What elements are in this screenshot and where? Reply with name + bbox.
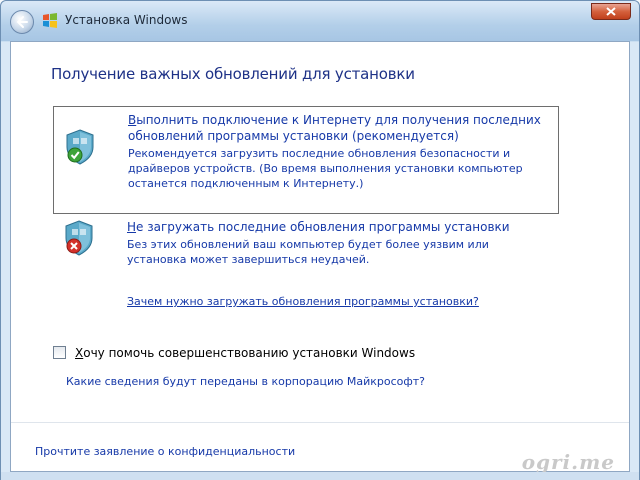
why-updates-link[interactable]: Зачем нужно загружать обновления програм… xyxy=(127,295,479,308)
content-panel: Получение важных обновлений для установк… xyxy=(10,41,630,474)
improve-setup-checkbox[interactable] xyxy=(53,346,66,359)
setup-window: Установка Windows Получение важных обнов… xyxy=(0,0,640,480)
close-button[interactable] xyxy=(591,3,631,20)
shield-red-x-icon xyxy=(65,220,93,256)
window-bottom-frame xyxy=(1,472,639,480)
option-download-updates[interactable]: Выполнить подключение к Интернету для по… xyxy=(53,106,559,214)
shield-green-check-icon xyxy=(66,129,94,165)
window-title: Установка Windows xyxy=(65,13,188,27)
windows-logo-icon xyxy=(43,13,57,28)
back-button[interactable] xyxy=(10,10,34,34)
privacy-statement-link[interactable]: Прочтите заявление о конфиденциальности xyxy=(35,445,295,458)
option-skip-description: Без этих обновлений ваш компьютер будет … xyxy=(127,238,489,266)
info-sent-link[interactable]: Какие сведения будут переданы в корпорац… xyxy=(66,375,425,388)
option-skip-updates[interactable]: Не загружать последние обновления програ… xyxy=(53,212,559,272)
improve-setup-label[interactable]: Хочу помочь совершенствованию установки … xyxy=(75,346,415,360)
footer-divider xyxy=(11,422,629,423)
back-arrow-icon xyxy=(16,16,28,28)
title-bar: Установка Windows xyxy=(1,1,639,41)
page-heading: Получение важных обновлений для установк… xyxy=(51,65,415,83)
watermark: ogri.me xyxy=(521,450,615,474)
close-icon xyxy=(606,7,616,16)
option-download-title[interactable]: Выполнить подключение к Интернету для по… xyxy=(128,112,548,144)
option-skip-title[interactable]: Не загружать последние обновления програ… xyxy=(127,219,547,235)
option-download-description: Рекомендуется загрузить последние обновл… xyxy=(128,147,523,190)
